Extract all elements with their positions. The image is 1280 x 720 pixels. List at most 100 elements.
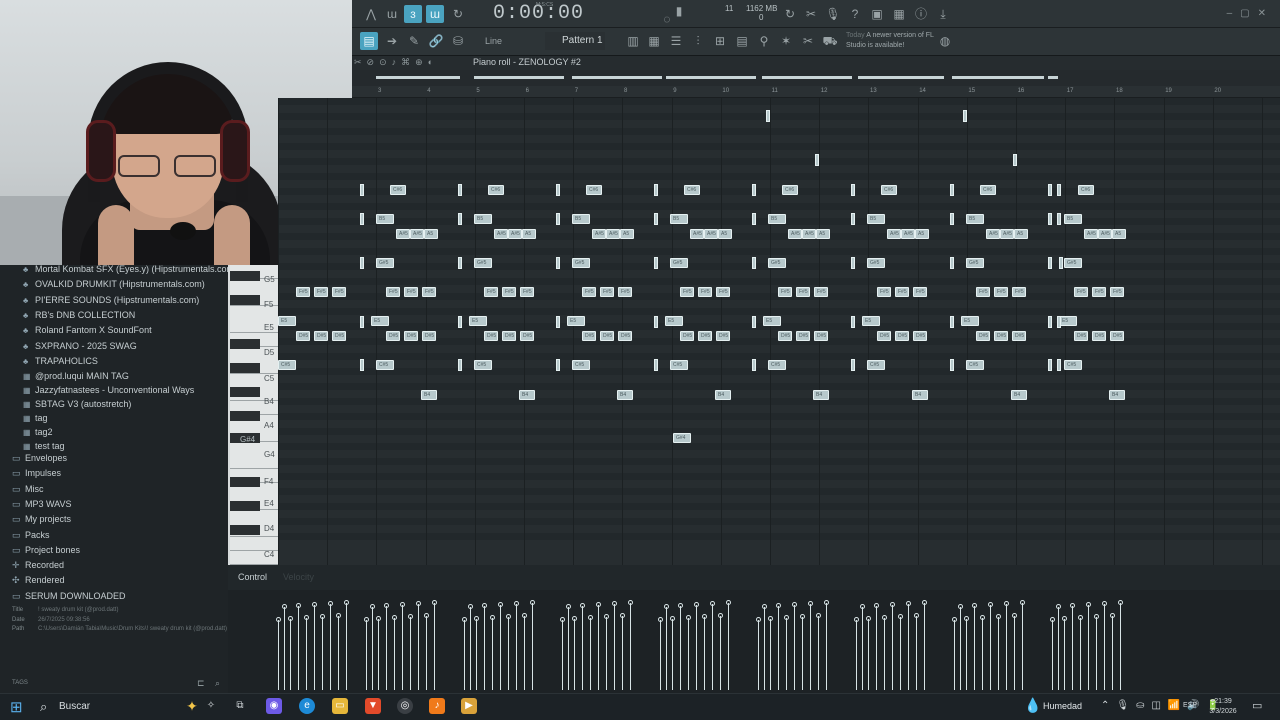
velocity-bar[interactable] (974, 606, 975, 690)
velocity-bar[interactable] (924, 603, 925, 690)
weather-text[interactable]: Humedad (1043, 701, 1082, 711)
velocity-handle[interactable] (328, 601, 333, 606)
note[interactable] (752, 316, 756, 328)
velocity-bar[interactable] (826, 603, 827, 690)
velocity-handle[interactable] (474, 616, 479, 621)
velocity-handle[interactable] (296, 603, 301, 608)
note[interactable]: E5 (862, 316, 880, 326)
velocity-bar[interactable] (574, 619, 575, 690)
velocity-handle[interactable] (344, 600, 349, 605)
note[interactable]: C#6 (1078, 185, 1094, 195)
velocity-bar[interactable] (410, 617, 411, 690)
velocity-handle[interactable] (906, 601, 911, 606)
note[interactable]: A5 (1112, 229, 1126, 239)
velocity-bar[interactable] (590, 618, 591, 690)
velocity-bar[interactable] (728, 603, 729, 690)
velocity-bar[interactable] (794, 605, 795, 690)
note[interactable]: F#5 (502, 287, 516, 297)
velocity-bar[interactable] (1052, 620, 1053, 690)
velocity-handle[interactable] (816, 613, 821, 618)
cart-icon[interactable]: ⛟ (821, 32, 839, 50)
note[interactable]: C#6 (390, 185, 406, 195)
note[interactable]: A#5 (802, 229, 816, 239)
piano-black-key[interactable] (230, 387, 260, 397)
piano-black-key[interactable] (230, 411, 260, 421)
velocity-handle[interactable] (914, 613, 919, 618)
velocity-handle[interactable] (792, 602, 797, 607)
note[interactable]: D#5 (877, 331, 891, 341)
note[interactable] (752, 257, 756, 269)
note[interactable] (1057, 316, 1061, 328)
note[interactable] (458, 213, 462, 225)
note[interactable]: A#5 (986, 229, 1000, 239)
note[interactable] (360, 257, 364, 269)
note[interactable]: C#6 (488, 185, 504, 195)
note[interactable] (1048, 184, 1052, 196)
note[interactable]: A5 (424, 229, 438, 239)
note[interactable] (1057, 184, 1061, 196)
note[interactable]: A#5 (508, 229, 522, 239)
note[interactable]: A#5 (1000, 229, 1014, 239)
note[interactable] (458, 257, 462, 269)
note[interactable]: E5 (961, 316, 979, 326)
master-volume-icon[interactable]: ▮ (670, 2, 688, 20)
velocity-bar[interactable] (966, 619, 967, 690)
note[interactable]: D#5 (422, 331, 436, 341)
help-icon[interactable]: ? (846, 5, 864, 23)
velocity-bar[interactable] (284, 607, 285, 690)
windows-start-icon[interactable]: ⊞ (10, 698, 23, 716)
search-icon[interactable]: ⌕ (40, 699, 47, 715)
mixer-icon[interactable]: ⫶ (689, 32, 707, 50)
velocity-bar[interactable] (1072, 606, 1073, 690)
note[interactable]: G#5 (966, 258, 984, 268)
note[interactable]: A5 (620, 229, 634, 239)
velocity-handle[interactable] (1118, 600, 1123, 605)
note[interactable]: D#5 (913, 331, 927, 341)
note[interactable] (950, 316, 954, 328)
velocity-handle[interactable] (376, 616, 381, 621)
note[interactable] (360, 213, 364, 225)
velocity-bar[interactable] (696, 605, 697, 690)
velocity-bar[interactable] (770, 619, 771, 690)
velocity-handle[interactable] (922, 600, 927, 605)
copilot-app-icon[interactable]: ◉ (266, 698, 282, 714)
velocity-handle[interactable] (628, 600, 633, 605)
velocity-handle[interactable] (1086, 602, 1091, 607)
note[interactable] (556, 184, 560, 196)
note[interactable]: D#5 (404, 331, 418, 341)
note[interactable]: B5 (670, 214, 688, 224)
plugin-icon[interactable]: ⚲ (755, 32, 773, 50)
velocity-handle[interactable] (560, 617, 565, 622)
note[interactable]: E5 (469, 316, 487, 326)
velocity-bar[interactable] (660, 620, 661, 690)
velocity-bar[interactable] (778, 606, 779, 690)
note[interactable] (950, 213, 954, 225)
velocity-handle[interactable] (490, 615, 495, 620)
velocity-bar[interactable] (1096, 617, 1097, 690)
velocity-bar[interactable] (998, 617, 999, 690)
velocity-handle[interactable] (1094, 614, 1099, 619)
note[interactable] (851, 213, 855, 225)
note[interactable]: C#6 (782, 185, 798, 195)
note[interactable]: E5 (1059, 316, 1077, 326)
note[interactable]: D#5 (994, 331, 1008, 341)
note[interactable]: F#5 (716, 287, 730, 297)
note[interactable] (1048, 257, 1052, 269)
note[interactable]: B4 (715, 390, 731, 400)
velocity-bar[interactable] (720, 616, 721, 690)
note[interactable]: F#5 (314, 287, 328, 297)
velocity-bar[interactable] (884, 618, 885, 690)
note[interactable] (963, 110, 967, 122)
note[interactable] (851, 184, 855, 196)
velocity-bar[interactable] (386, 606, 387, 690)
note[interactable] (851, 359, 855, 371)
note[interactable]: F#5 (877, 287, 891, 297)
note[interactable]: B4 (813, 390, 829, 400)
velocity-bar[interactable] (630, 603, 631, 690)
velocity-bar[interactable] (338, 616, 339, 690)
note[interactable]: E5 (665, 316, 683, 326)
note[interactable] (458, 316, 462, 328)
velocity-handle[interactable] (658, 617, 663, 622)
piano-roll-grid[interactable]: C#6 B5 A#5 A#5 A5 G#5 F#5 F#5 F#5 E5 D#5 D#5 D#5 C#5 B… (278, 98, 1280, 565)
velocity-handle[interactable] (664, 604, 669, 609)
